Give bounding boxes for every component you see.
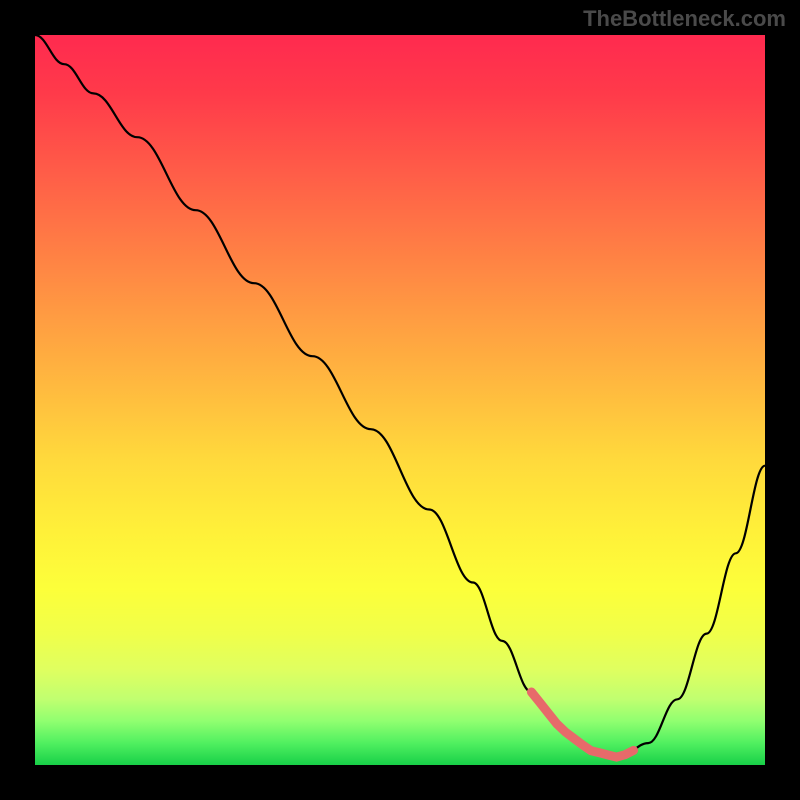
watermark-text: TheBottleneck.com xyxy=(583,6,786,32)
chart-svg xyxy=(35,35,765,765)
optimal-range-highlight xyxy=(531,692,633,757)
chart-plot-area xyxy=(35,35,765,765)
bottleneck-curve-path xyxy=(35,35,765,758)
